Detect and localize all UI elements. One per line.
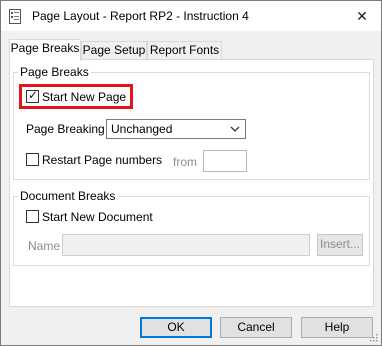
start-new-document-checkbox[interactable] [26,210,39,223]
insert-button[interactable]: Insert... [317,234,363,256]
check-icon: ✓ [28,88,39,102]
document-breaks-group-title: Document Breaks [18,189,118,203]
chevron-down-icon [230,126,240,132]
start-new-page-label: Start New Page [42,90,127,104]
from-input[interactable] [203,150,247,172]
resize-grip-icon[interactable] [368,332,378,342]
cancel-button[interactable]: Cancel [220,317,292,338]
page-breaking-select[interactable]: Unchanged [106,119,246,139]
page-breaking-value: Unchanged [111,122,173,136]
report-document-icon [9,9,21,24]
tab-page-breaks[interactable]: Page Breaks [9,39,81,61]
help-button[interactable]: Help [301,317,373,338]
restart-page-numbers-label: Restart Page numbers [42,153,163,167]
close-button[interactable]: ✕ [351,6,373,26]
page-breaks-group-title: Page Breaks [18,65,91,79]
start-new-page-checkbox[interactable]: ✓ [26,88,39,103]
from-label: from [173,155,197,169]
ok-button[interactable]: OK [140,317,212,338]
page-breaking-label: Page Breaking [26,122,105,136]
title-bar[interactable]: Page Layout - Report RP2 - Instruction 4… [1,1,381,31]
name-label: Name [28,239,61,253]
tab-page-setup[interactable]: Page Setup [81,41,147,60]
restart-page-numbers-checkbox[interactable] [26,153,39,166]
start-new-document-label: Start New Document [42,210,153,224]
name-input[interactable] [62,234,310,256]
tab-report-fonts[interactable]: Report Fonts [147,41,222,60]
close-icon: ✕ [356,8,368,24]
window-title: Page Layout - Report RP2 - Instruction 4 [32,9,249,23]
page-layout-dialog: Page Layout - Report RP2 - Instruction 4… [0,0,382,346]
